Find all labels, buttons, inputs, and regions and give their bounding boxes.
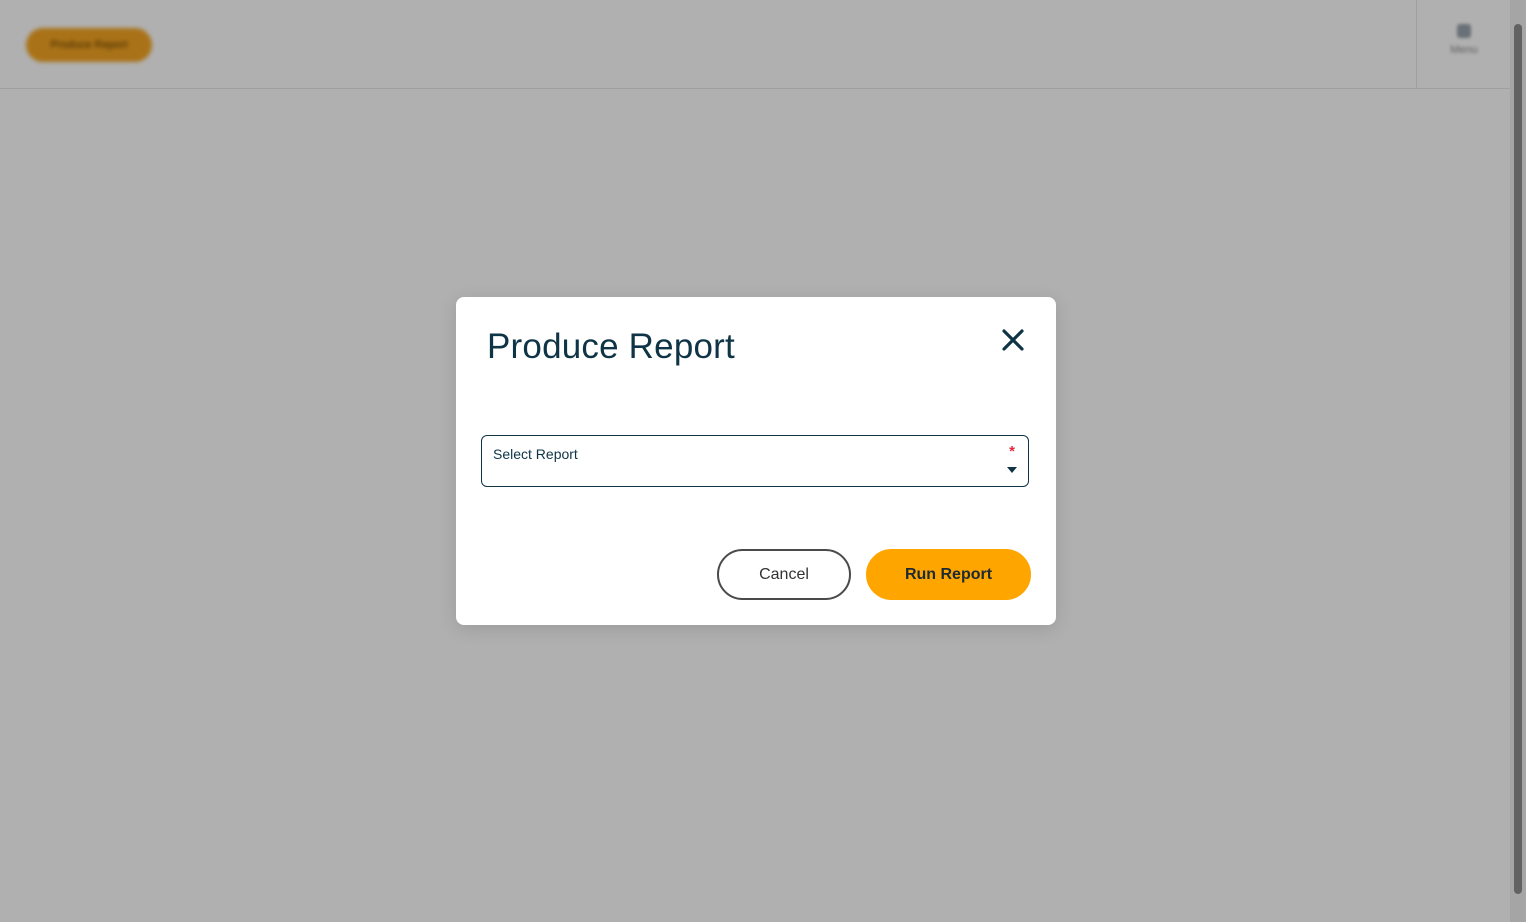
required-indicator: *: [1009, 443, 1015, 460]
run-report-button[interactable]: Run Report: [866, 549, 1031, 600]
select-report-dropdown[interactable]: Select Report *: [481, 435, 1029, 487]
produce-report-dialog: Produce Report Select Report * Cancel Ru…: [456, 297, 1056, 625]
chevron-down-icon: [1007, 467, 1017, 473]
select-report-label: Select Report: [493, 446, 578, 462]
dialog-title: Produce Report: [487, 327, 735, 366]
close-icon: [1002, 329, 1024, 351]
cancel-button[interactable]: Cancel: [717, 549, 851, 600]
close-button[interactable]: [996, 323, 1030, 357]
